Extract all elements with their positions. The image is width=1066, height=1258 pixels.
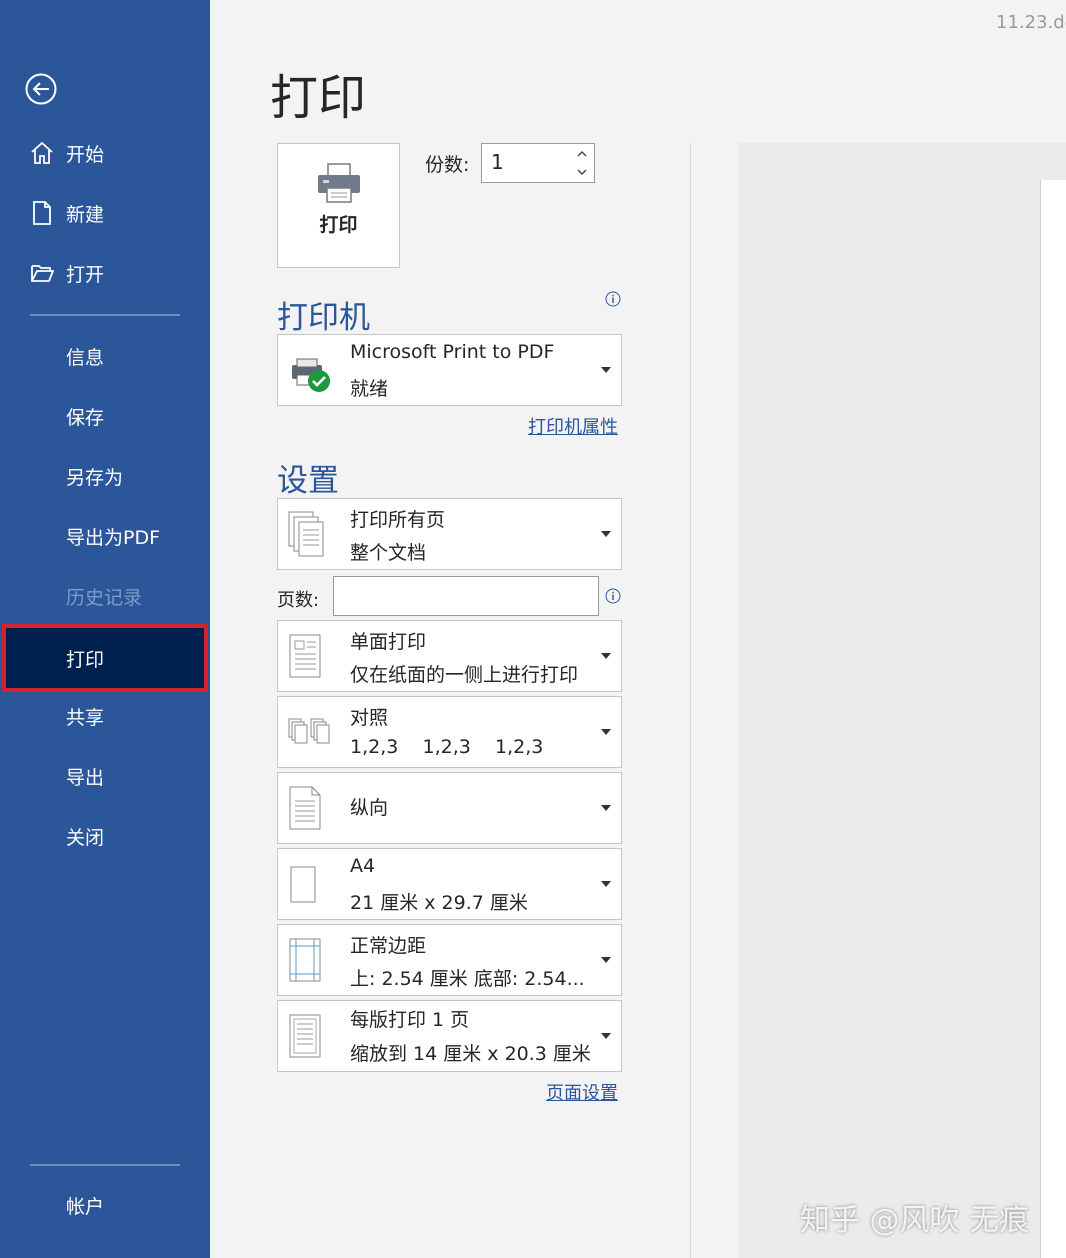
single-sided-icon	[289, 634, 321, 678]
paper-size-select[interactable]: A4 21 厘米 x 29.7 厘米	[277, 848, 622, 920]
sidebar-item-label: 打印	[66, 648, 105, 671]
orientation-title: 纵向	[350, 797, 389, 819]
settings-heading: 设置	[277, 463, 339, 499]
sidebar-item-save-as[interactable]: 另存为	[0, 446, 210, 506]
back-arrow-icon[interactable]	[24, 72, 58, 106]
document-name: 11.23.dc	[996, 12, 1066, 33]
chevron-down-icon	[601, 367, 611, 373]
chevron-down-icon	[601, 805, 611, 811]
paper-size-icon	[290, 866, 316, 903]
sidebar-item-export[interactable]: 导出	[0, 746, 210, 806]
page-setup-link[interactable]: 页面设置	[546, 1079, 618, 1105]
open-folder-icon	[31, 265, 54, 282]
spin-down-icon[interactable]	[577, 168, 587, 176]
print-button[interactable]: 打印	[277, 143, 400, 268]
sidebar-divider	[30, 1164, 180, 1166]
page-title: 打印	[270, 70, 367, 126]
all-pages-icon	[288, 511, 324, 557]
print-range-select[interactable]: 打印所有页 整个文档	[277, 498, 622, 570]
chevron-down-icon	[601, 729, 611, 735]
sidebar-item-new[interactable]: 新建	[0, 183, 210, 243]
print-preview-page	[1040, 180, 1066, 1258]
copies-input[interactable]: 1	[481, 143, 595, 183]
new-document-icon	[33, 201, 51, 225]
print-range-sub: 整个文档	[350, 542, 427, 564]
margins-title: 正常边距	[350, 935, 427, 957]
sidebar-item-close[interactable]: 关闭	[0, 806, 210, 866]
printer-name: Microsoft Print to PDF	[350, 341, 555, 363]
chevron-down-icon	[601, 531, 611, 537]
chevron-down-icon	[601, 957, 611, 963]
spin-up-icon[interactable]	[577, 150, 587, 158]
sides-title: 单面打印	[350, 631, 427, 653]
sidebar-item-label: 打开	[66, 263, 105, 286]
print-preview-pane	[738, 143, 1066, 1258]
chevron-down-icon	[601, 653, 611, 659]
sidebar-item-print[interactable]: 打印	[2, 624, 208, 692]
printer-status: 就绪	[350, 378, 389, 400]
sidebar-item-label: 帐户	[66, 1195, 105, 1218]
collate-title: 对照	[350, 707, 389, 729]
collated-icon	[288, 718, 330, 744]
sidebar-item-account[interactable]: 帐户	[0, 1175, 210, 1235]
sidebar-item-label: 关闭	[66, 826, 105, 849]
sidebar-item-label: 导出为PDF	[66, 526, 161, 549]
printer-ready-icon	[292, 358, 330, 392]
info-icon[interactable]	[605, 291, 621, 307]
sidebar-divider	[30, 314, 180, 316]
sidebar-item-open[interactable]: 打开	[0, 243, 210, 303]
chevron-down-icon	[601, 1033, 611, 1039]
backstage-sidebar: 开始 新建 打开 信息 保存 另存为 导出为PDF 历史记录 打印 共享 导出 …	[0, 0, 210, 1258]
orientation-select[interactable]: 纵向	[277, 772, 622, 844]
print-button-label: 打印	[319, 214, 358, 236]
sidebar-item-label: 信息	[66, 346, 105, 369]
pages-per-sheet-sub: 缩放到 14 厘米 x 20.3 厘米	[350, 1043, 591, 1065]
sidebar-item-home[interactable]: 开始	[0, 123, 210, 183]
print-range-title: 打印所有页	[350, 509, 446, 531]
home-icon	[31, 141, 53, 164]
pages-label: 页数:	[277, 590, 320, 611]
sidebar-item-share[interactable]: 共享	[0, 686, 210, 746]
collate-sub: 1,2,3 1,2,3 1,2,3	[350, 736, 544, 758]
collate-select[interactable]: 对照 1,2,3 1,2,3 1,2,3	[277, 696, 622, 768]
pages-per-sheet-icon	[289, 1014, 321, 1058]
printer-select[interactable]: Microsoft Print to PDF 就绪	[277, 334, 622, 406]
info-icon[interactable]	[605, 588, 621, 604]
printer-heading: 打印机	[277, 300, 370, 336]
pages-per-sheet-select[interactable]: 每版打印 1 页 缩放到 14 厘米 x 20.3 厘米	[277, 1000, 622, 1072]
sidebar-item-label: 新建	[66, 203, 105, 226]
sidebar-item-label: 保存	[66, 406, 105, 429]
sides-select[interactable]: 单面打印 仅在纸面的一侧上进行打印	[277, 620, 622, 692]
sidebar-item-label: 导出	[66, 766, 105, 789]
paper-size-sub: 21 厘米 x 29.7 厘米	[350, 892, 528, 914]
watermark: 知乎 @风吹 无痕	[800, 1203, 1030, 1238]
portrait-icon	[289, 786, 321, 830]
paper-size-title: A4	[350, 855, 376, 877]
sidebar-item-label: 共享	[66, 706, 105, 729]
sidebar-item-history: 历史记录	[0, 566, 210, 626]
margins-sub: 上: 2.54 厘米 底部: 2.54...	[350, 968, 585, 990]
sidebar-item-label: 开始	[66, 143, 105, 166]
printer-icon	[318, 163, 360, 203]
margins-icon	[289, 938, 321, 982]
sidebar-item-label: 历史记录	[66, 586, 143, 609]
sides-sub: 仅在纸面的一侧上进行打印	[350, 664, 579, 686]
sidebar-item-label: 另存为	[66, 466, 124, 489]
sidebar-item-info[interactable]: 信息	[0, 326, 210, 386]
copies-label: 份数:	[425, 154, 470, 176]
printer-properties-link[interactable]: 打印机属性	[528, 413, 618, 439]
sidebar-item-export-pdf[interactable]: 导出为PDF	[0, 506, 210, 566]
margins-select[interactable]: 正常边距 上: 2.54 厘米 底部: 2.54...	[277, 924, 622, 996]
pages-per-sheet-title: 每版打印 1 页	[350, 1009, 470, 1031]
chevron-down-icon	[601, 881, 611, 887]
sidebar-item-save[interactable]: 保存	[0, 386, 210, 446]
pages-input[interactable]	[333, 576, 599, 616]
pane-divider	[690, 143, 691, 1258]
